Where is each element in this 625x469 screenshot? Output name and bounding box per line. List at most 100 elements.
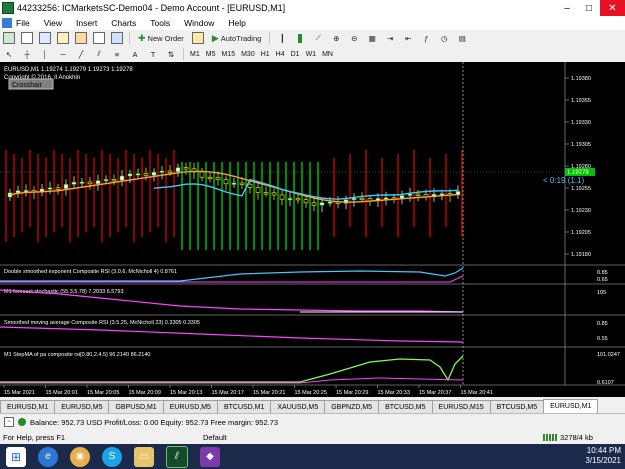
- tile-windows-icon[interactable]: ▦: [365, 31, 379, 45]
- time-tick-label: 15 Mar 20:29: [336, 390, 368, 396]
- price-tick-label: 1.19305: [571, 142, 591, 148]
- minimize-button[interactable]: –: [556, 0, 578, 16]
- candle-body: [143, 173, 149, 176]
- profiles-icon[interactable]: [20, 31, 34, 45]
- metaeditor-icon[interactable]: [191, 31, 205, 45]
- trendline-icon[interactable]: ╱: [74, 47, 88, 61]
- menu-insert[interactable]: Insert: [76, 18, 97, 28]
- candle-body: [47, 187, 53, 190]
- tester-icon[interactable]: [110, 31, 124, 45]
- ie-icon[interactable]: e: [38, 446, 58, 467]
- chrome-icon[interactable]: ◉: [70, 446, 90, 467]
- vertical-line-icon[interactable]: │: [38, 47, 52, 61]
- chart-tab[interactable]: BTCUSD,M1: [216, 400, 272, 413]
- chart-tab[interactable]: EURUSD,M5: [54, 400, 110, 413]
- chart-tab[interactable]: XAUUSD,M5: [270, 400, 326, 413]
- autotrading-icon: ▶: [211, 32, 219, 43]
- price-axis: 1.193801.193551.193301.193051.192801.192…: [565, 76, 591, 258]
- indicator-1-label: Double smoothed exponent Composite RSI (…: [4, 269, 177, 275]
- fibonacci-icon[interactable]: ≡: [110, 47, 124, 61]
- autoscroll-icon[interactable]: ⇤: [401, 31, 415, 45]
- menu-window[interactable]: Window: [184, 18, 214, 28]
- timeframe-m1[interactable]: M1: [188, 51, 202, 58]
- menu-file[interactable]: File: [16, 18, 30, 28]
- app-icon-purple[interactable]: ◆: [200, 446, 220, 467]
- time-tick-label: 15 Mar 20:41: [461, 390, 493, 396]
- timeframe-mn[interactable]: MN: [320, 51, 335, 58]
- price-tick-label: 1.19380: [571, 76, 591, 82]
- line-chart-icon[interactable]: ⟋: [311, 31, 325, 45]
- system-clock: 10:44 PM 3/15/2021: [585, 446, 621, 466]
- close-button[interactable]: ✕: [600, 0, 625, 16]
- chart-tab[interactable]: BTCUSD,M5: [378, 400, 433, 413]
- market-watch-icon[interactable]: [38, 31, 52, 45]
- price-panel-bg: [0, 62, 565, 264]
- candle-body: [127, 173, 133, 177]
- start-icon[interactable]: ⊞: [6, 446, 26, 467]
- candle-chart-icon[interactable]: [293, 31, 307, 45]
- candle-body: [199, 171, 205, 178]
- menu-charts[interactable]: Charts: [111, 18, 136, 28]
- chart-tab[interactable]: EURUSD,M1: [0, 400, 56, 413]
- arrows-icon[interactable]: ⇅: [164, 47, 178, 61]
- folder-icon[interactable]: ▭: [134, 446, 154, 467]
- candle-body: [303, 199, 309, 204]
- timeframe-m5[interactable]: M5: [204, 51, 218, 58]
- indicator-1-tick: 0.65: [597, 277, 608, 283]
- chart-tab[interactable]: EURUSD,M5: [162, 400, 218, 413]
- chart-tab[interactable]: GBPUSD,M1: [108, 400, 164, 413]
- indicator-4-tick: 101.0247: [597, 352, 620, 358]
- chart-window[interactable]: EURUSD,M1 1.19274 1.19279 1.19273 1.1927…: [0, 62, 625, 397]
- connection-icon: [543, 433, 557, 441]
- templates-icon[interactable]: ▤: [455, 31, 469, 45]
- chart-tab[interactable]: GBPNZD,M5: [324, 400, 380, 413]
- chart-tab-active[interactable]: EURUSD,M1: [543, 399, 599, 413]
- menu-help[interactable]: Help: [228, 18, 245, 28]
- windows-taskbar: ⊞ e ◉ S ▭ ⫽ ◆: [0, 444, 625, 469]
- label-icon[interactable]: T: [146, 47, 160, 61]
- horizontal-line-icon[interactable]: ─: [56, 47, 70, 61]
- clock-time: 10:44 PM: [586, 446, 621, 455]
- maximize-button[interactable]: □: [578, 0, 600, 16]
- time-axis: 15 Mar 2021 15 Mar 20:01 15 Mar 20:05 15 Ma…: [3, 385, 493, 396]
- toolbar-separator: [129, 32, 130, 44]
- timeframe-h4[interactable]: H4: [274, 51, 287, 58]
- text-icon[interactable]: A: [128, 47, 142, 61]
- cursor-icon[interactable]: ↖: [2, 47, 16, 61]
- chart-canvas[interactable]: EURUSD,M1 1.19274 1.19279 1.19273 1.1927…: [0, 62, 625, 397]
- time-tick-label: 15 Mar 20:05: [87, 390, 119, 396]
- indicators-icon[interactable]: ƒ: [419, 31, 433, 45]
- timeframe-m30[interactable]: M30: [239, 51, 257, 58]
- autotrading-button[interactable]: ▶ AutoTrading: [209, 31, 265, 45]
- timeframe-d1[interactable]: D1: [289, 51, 302, 58]
- new-chart-icon[interactable]: [2, 31, 16, 45]
- timeframe-m15[interactable]: M15: [219, 51, 237, 58]
- menu-tools[interactable]: Tools: [150, 18, 170, 28]
- chart-shift-icon[interactable]: ⇥: [383, 31, 397, 45]
- data-window-icon[interactable]: [56, 31, 70, 45]
- bar-chart-icon[interactable]: ┃: [275, 31, 289, 45]
- crosshair-icon[interactable]: ┼: [20, 47, 34, 61]
- menu-view[interactable]: View: [44, 18, 62, 28]
- indicator-4-label: M1 StepMA of pa composite rsi[0.80,2.4.5…: [4, 352, 150, 358]
- zoom-out-icon[interactable]: ⊖: [347, 31, 361, 45]
- candle-body: [271, 192, 277, 196]
- indicator-2-tick: 105: [597, 290, 606, 296]
- candle-body: [151, 171, 157, 176]
- timeframe-w1[interactable]: W1: [304, 51, 319, 58]
- collapse-icon[interactable]: −: [4, 417, 14, 427]
- terminal-icon[interactable]: [92, 31, 106, 45]
- timeframe-h1[interactable]: H1: [259, 51, 272, 58]
- new-order-button[interactable]: ✚ New Order: [135, 31, 187, 45]
- candle-body: [319, 202, 325, 206]
- metatrader-icon[interactable]: ⫽: [166, 445, 188, 468]
- zoom-in-icon[interactable]: ⊕: [329, 31, 343, 45]
- equidistant-channel-icon[interactable]: ⫽: [92, 47, 106, 61]
- autotrading-label: AutoTrading: [220, 33, 262, 43]
- price-tick-label: 1.19230: [571, 208, 591, 214]
- periods-icon[interactable]: ◷: [437, 31, 451, 45]
- navigator-icon[interactable]: [74, 31, 88, 45]
- skype-icon[interactable]: S: [102, 446, 122, 467]
- chart-tab[interactable]: BTCUSD,M5: [489, 400, 545, 413]
- chart-tab[interactable]: EURUSD,M15: [431, 400, 491, 413]
